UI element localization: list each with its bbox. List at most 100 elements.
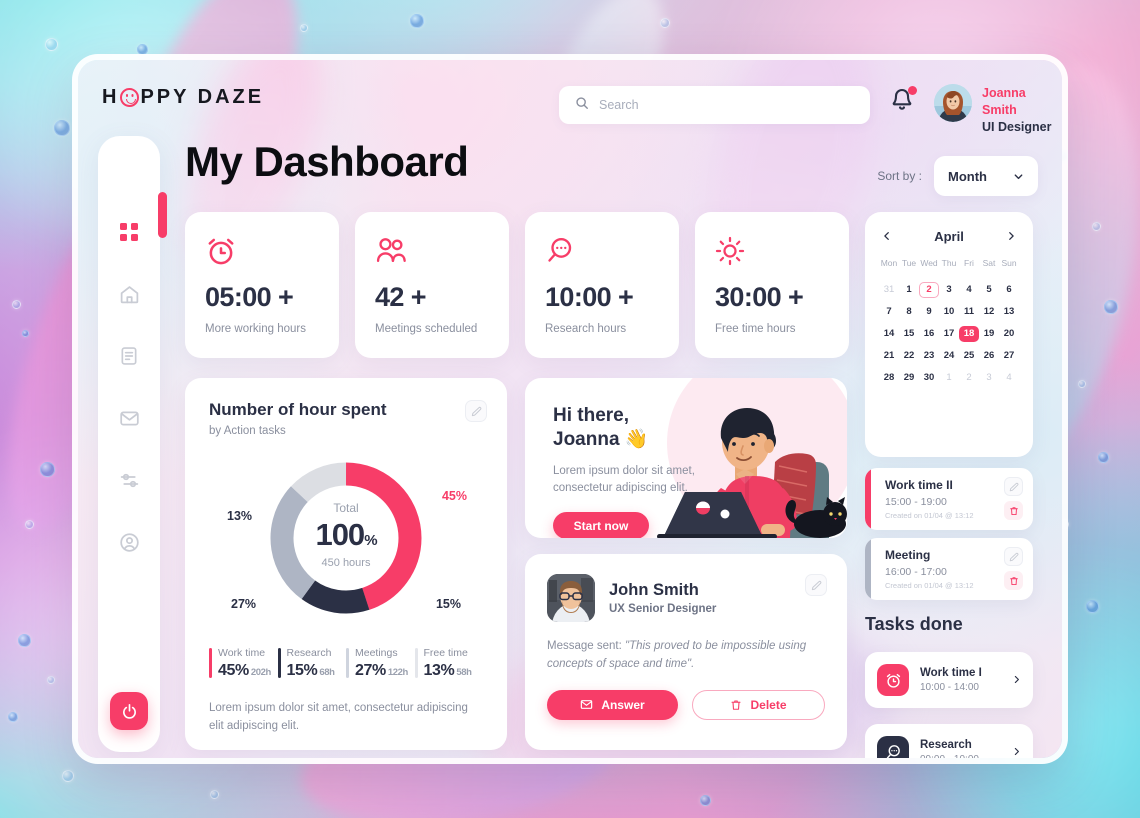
user-meta: Joanna Smith UI Designer bbox=[982, 85, 1062, 136]
task-card-research[interactable]: Research 09:00 - 10:00 bbox=[865, 724, 1033, 758]
calendar-day[interactable]: 16 bbox=[919, 326, 939, 342]
sidebar-item-documents[interactable] bbox=[115, 342, 143, 370]
people-icon bbox=[375, 234, 489, 268]
stat-label: Free time hours bbox=[715, 323, 796, 335]
calendar-prev-button[interactable] bbox=[879, 228, 895, 244]
task-time: 09:00 - 10:00 bbox=[920, 754, 979, 758]
sidebar-item-profile[interactable] bbox=[115, 528, 143, 556]
edit-event-button[interactable] bbox=[1004, 477, 1023, 496]
answer-button-label: Answer bbox=[601, 697, 645, 712]
power-icon bbox=[122, 703, 136, 719]
calendar-day[interactable]: 7 bbox=[879, 304, 899, 320]
legend-percent: 13% bbox=[423, 662, 455, 679]
avatar[interactable] bbox=[934, 84, 972, 122]
calendar-day[interactable]: 4 bbox=[959, 282, 979, 298]
calendar-day[interactable]: 20 bbox=[999, 326, 1019, 342]
notifications-button[interactable] bbox=[890, 86, 917, 116]
calendar-day[interactable]: 2 bbox=[919, 282, 939, 298]
calendar-day[interactable]: 17 bbox=[939, 326, 959, 342]
delete-button-label: Delete bbox=[750, 697, 787, 712]
pencil-icon bbox=[1009, 552, 1018, 561]
calendar-day[interactable]: 30 bbox=[919, 370, 939, 386]
calendar-day[interactable]: 9 bbox=[919, 304, 939, 320]
calendar-weekday: Tue bbox=[901, 258, 917, 268]
event-card-work-time-ii[interactable]: Work time II 15:00 - 19:00 Created on 01… bbox=[865, 468, 1033, 530]
background-bubble bbox=[700, 795, 711, 806]
trash-icon bbox=[1009, 506, 1018, 515]
calendar-weekday-row: Mon Tue Wed Thu Fri Sat Sun bbox=[879, 258, 1019, 268]
mail-icon bbox=[119, 411, 139, 425]
calendar-day[interactable]: 13 bbox=[999, 304, 1019, 320]
calendar-day[interactable]: 15 bbox=[899, 326, 919, 342]
chevron-right-icon bbox=[1009, 232, 1014, 240]
search-input[interactable] bbox=[599, 98, 854, 112]
calendar-card: April Mon Tue Wed Thu Fri Sat Sun 31 1 2 3 4 5 6 7 8 9 1… bbox=[865, 212, 1033, 457]
calendar-next-button[interactable] bbox=[1003, 228, 1019, 244]
page-title: My Dashboard bbox=[185, 138, 469, 185]
stat-card-research: 10:00 + Research hours bbox=[525, 212, 679, 358]
user-name: Joanna Smith bbox=[982, 86, 1026, 117]
notification-badge bbox=[908, 86, 917, 95]
calendar-day[interactable]: 26 bbox=[979, 348, 999, 364]
edit-event-button[interactable] bbox=[1004, 547, 1023, 566]
calendar-day[interactable]: 27 bbox=[999, 348, 1019, 364]
calendar-weekday: Sun bbox=[1001, 258, 1017, 268]
background-bubble bbox=[1098, 452, 1109, 463]
start-now-button[interactable]: Start now bbox=[553, 512, 649, 538]
event-time: 16:00 - 17:00 bbox=[885, 566, 947, 578]
calendar-day[interactable]: 3 bbox=[939, 282, 959, 298]
legend-percent: 45% bbox=[218, 662, 249, 679]
delete-button[interactable]: Delete bbox=[692, 689, 825, 720]
calendar-month-label: April bbox=[934, 228, 964, 244]
background-bubble bbox=[25, 520, 34, 529]
calendar-day[interactable]: 29 bbox=[899, 370, 919, 386]
delete-event-button[interactable] bbox=[1004, 501, 1023, 520]
calendar-day[interactable]: 3 bbox=[979, 370, 999, 386]
calendar-day[interactable]: 11 bbox=[959, 304, 979, 320]
stat-label: Research hours bbox=[545, 323, 627, 335]
power-button[interactable] bbox=[110, 692, 148, 730]
calendar-day[interactable]: 18 bbox=[959, 326, 979, 342]
document-icon bbox=[121, 347, 137, 365]
calendar-day[interactable]: 1 bbox=[939, 370, 959, 386]
search-bar[interactable] bbox=[559, 86, 870, 124]
calendar-day[interactable]: 10 bbox=[939, 304, 959, 320]
calendar-day[interactable]: 14 bbox=[879, 326, 899, 342]
legend-hours: 58h bbox=[456, 667, 472, 678]
calendar-day[interactable]: 1 bbox=[899, 282, 919, 298]
calendar-day[interactable]: 19 bbox=[979, 326, 999, 342]
calendar-day[interactable]: 22 bbox=[899, 348, 919, 364]
background-bubble bbox=[40, 462, 55, 477]
chart-note: Lorem ipsum dolor sit amet, consectetur … bbox=[209, 702, 468, 732]
event-card-meeting[interactable]: Meeting 16:00 - 17:00 Created on 01/04 @… bbox=[865, 538, 1033, 600]
calendar-day[interactable]: 5 bbox=[979, 282, 999, 298]
calendar-day[interactable]: 4 bbox=[999, 370, 1019, 386]
sidebar-item-mail[interactable] bbox=[115, 404, 143, 432]
legend-color-swatch bbox=[414, 648, 418, 678]
calendar-day[interactable]: 31 bbox=[879, 282, 899, 298]
calendar-day[interactable]: 8 bbox=[899, 304, 919, 320]
calendar-day[interactable]: 25 bbox=[959, 348, 979, 364]
sidebar-item-settings[interactable] bbox=[115, 466, 143, 494]
calendar-day[interactable]: 12 bbox=[979, 304, 999, 320]
chevron-right-icon bbox=[1012, 671, 1021, 689]
event-color-bar bbox=[865, 468, 871, 530]
calendar-day[interactable]: 6 bbox=[999, 282, 1019, 298]
sidebar-item-dashboard[interactable] bbox=[115, 218, 143, 246]
calendar-day[interactable]: 2 bbox=[959, 370, 979, 386]
app-logo[interactable]: H PPY DAZE bbox=[102, 86, 264, 109]
sort-by-select[interactable]: Month bbox=[934, 156, 1038, 196]
legend-item: Meetings 27% 122h bbox=[346, 647, 415, 680]
legend-color-swatch bbox=[346, 648, 349, 678]
task-card-work-time-i[interactable]: Work time I 10:00 - 14:00 bbox=[865, 652, 1033, 708]
sidebar-item-home[interactable] bbox=[115, 280, 143, 308]
answer-button[interactable]: Answer bbox=[547, 689, 678, 720]
calendar-day[interactable]: 23 bbox=[919, 348, 939, 364]
edit-message-button[interactable] bbox=[805, 574, 827, 596]
delete-event-button[interactable] bbox=[1004, 571, 1023, 590]
calendar-day[interactable]: 24 bbox=[939, 348, 959, 364]
calendar-day[interactable]: 28 bbox=[879, 370, 899, 386]
edit-chart-button[interactable] bbox=[465, 400, 487, 422]
calendar-day[interactable]: 21 bbox=[879, 348, 899, 364]
calendar-weekday: Sat bbox=[982, 258, 996, 268]
